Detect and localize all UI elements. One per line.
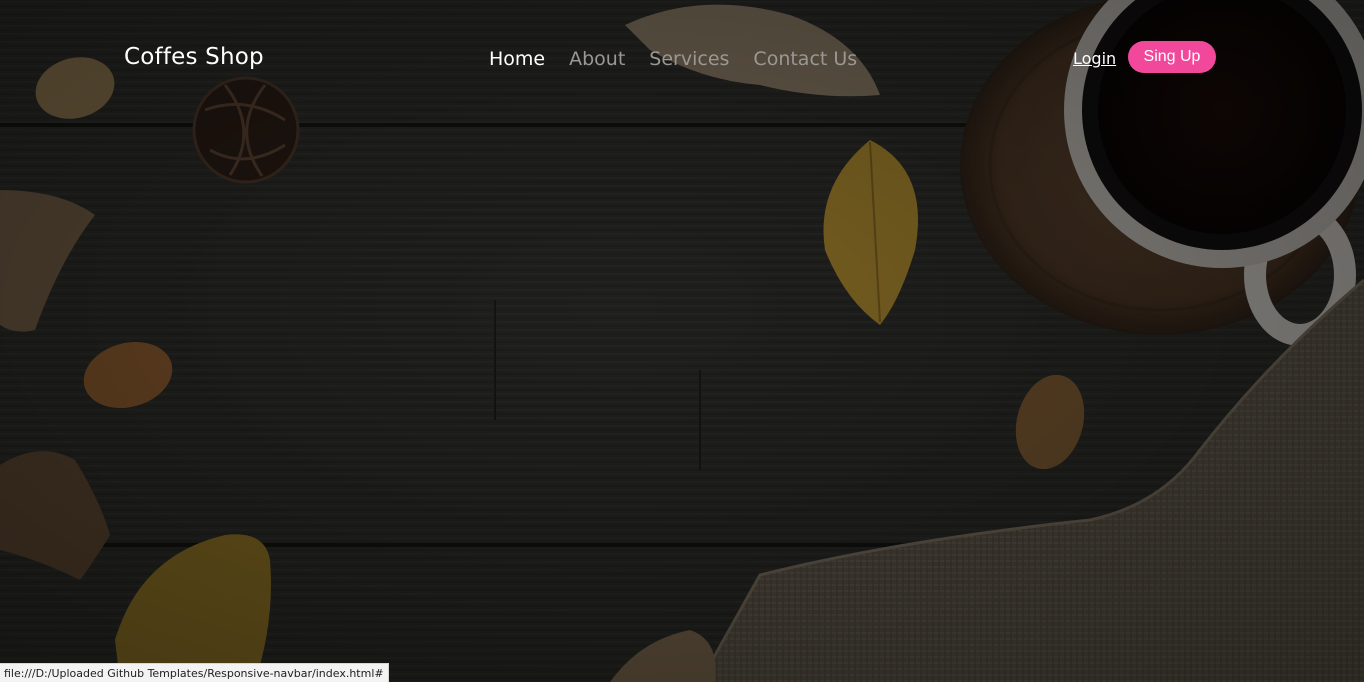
nav-link-services[interactable]: Services	[649, 48, 729, 70]
nav-links: Home About Services Contact Us	[489, 48, 857, 70]
brand-logo-text[interactable]: Coffes Shop	[124, 44, 264, 70]
login-link[interactable]: Login	[1073, 49, 1116, 68]
nav-link-about[interactable]: About	[569, 48, 625, 70]
browser-status-bar: file:///D:/Uploaded Github Templates/Res…	[0, 663, 389, 682]
hero-section: Coffes Shop Home About Services Contact …	[0, 0, 1364, 682]
nav-link-home[interactable]: Home	[489, 48, 545, 70]
nav-link-contact-us[interactable]: Contact Us	[753, 48, 857, 70]
navbar: Coffes Shop Home About Services Contact …	[0, 0, 1364, 118]
signup-button[interactable]: Sing Up	[1128, 41, 1216, 73]
